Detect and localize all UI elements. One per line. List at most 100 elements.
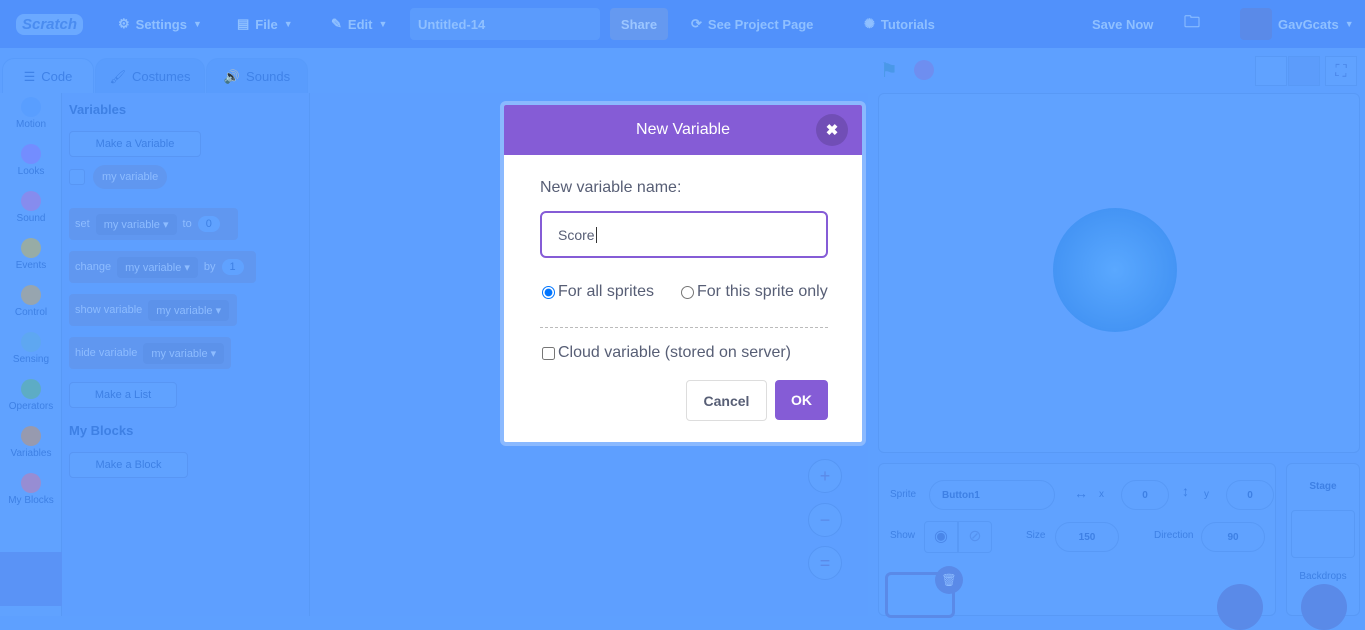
my-blocks-heading: My Blocks	[69, 423, 134, 438]
make-variable-button[interactable]: Make a Variable	[69, 131, 201, 157]
caret-down-icon: ▼	[1344, 19, 1354, 29]
radio-for-all-sprites[interactable]: For all sprites	[542, 283, 654, 301]
add-sprite-icon[interactable]	[1217, 584, 1263, 630]
variable-dropdown[interactable]: my variable ▾	[148, 299, 230, 321]
variable-dropdown[interactable]: my variable ▾	[117, 256, 198, 278]
my-variable-reporter[interactable]: my variable	[93, 165, 168, 189]
variable-checkbox[interactable]	[69, 169, 85, 185]
share-button[interactable]: Share	[610, 8, 668, 40]
category-dot-icon	[21, 144, 41, 164]
caret-down-icon: ▼	[283, 19, 293, 29]
scratch-logo[interactable]: Scratch	[16, 0, 84, 48]
file-menu[interactable]: ▤ File ▼	[237, 0, 293, 48]
zoom-in-icon[interactable]: +	[808, 459, 842, 493]
caret-down-icon: ▼	[378, 19, 388, 29]
y-input[interactable]: 0	[1226, 480, 1274, 510]
size-input[interactable]: 150	[1055, 522, 1119, 552]
block-palette: Variables Make a Variable my variable se…	[62, 93, 310, 616]
file-icon: ▤	[237, 16, 250, 31]
delete-sprite-icon[interactable]: 🗑	[935, 566, 963, 594]
category-dot-icon	[21, 191, 41, 211]
category-my-blocks[interactable]: My Blocks	[0, 473, 62, 506]
cancel-button[interactable]: Cancel	[686, 380, 767, 421]
show-variable-block[interactable]: show variable my variable ▾	[69, 294, 237, 326]
folder-icon[interactable]: 🗀	[1184, 0, 1200, 48]
lightbulb-icon: ✺	[864, 16, 875, 31]
avatar	[1240, 8, 1272, 40]
add-extension-button[interactable]	[0, 552, 62, 606]
zoom-reset-icon[interactable]: =	[808, 546, 842, 580]
checkbox[interactable]	[542, 346, 555, 360]
account-menu[interactable]: GavGcats ▼	[1240, 0, 1354, 48]
speaker-icon: 🔊	[223, 68, 241, 84]
caret-down-icon: ▼	[192, 19, 202, 29]
small-stage-icon[interactable]	[1255, 56, 1287, 86]
settings-menu[interactable]: ⚙ Settings ▼	[118, 0, 202, 48]
stop-icon[interactable]	[914, 60, 934, 80]
fullscreen-icon[interactable]: ⛶	[1325, 56, 1357, 86]
code-icon: ☰	[23, 68, 36, 84]
variables-heading: Variables	[69, 102, 127, 117]
variable-dropdown[interactable]: my variable ▾	[95, 213, 177, 235]
category-dot-icon	[21, 97, 41, 117]
variable-name-label: New variable name:	[540, 179, 682, 196]
gear-icon: ⚙	[118, 16, 130, 31]
make-block-button[interactable]: Make a Block	[69, 452, 188, 478]
direction-input[interactable]: 90	[1201, 522, 1265, 552]
change-variable-block[interactable]: change my variable ▾ by 1	[69, 251, 256, 283]
category-dot-icon	[21, 332, 41, 352]
save-now-button[interactable]: Save Now	[1092, 0, 1153, 48]
hide-variable-block[interactable]: hide variable my variable ▾	[69, 337, 231, 369]
new-variable-dialog: New Variable ✖ New variable name: Score …	[500, 101, 866, 446]
x-input[interactable]: 0	[1121, 480, 1169, 510]
category-looks[interactable]: Looks	[0, 144, 62, 177]
tutorials-button[interactable]: ✺ Tutorials	[864, 0, 935, 48]
category-control[interactable]: Control	[0, 285, 62, 318]
zoom-out-icon[interactable]: −	[808, 503, 842, 537]
category-sound[interactable]: Sound	[0, 191, 62, 224]
category-dot-icon	[21, 285, 41, 305]
variable-dropdown[interactable]: my variable ▾	[143, 342, 225, 364]
dialog-header: New Variable ✖	[504, 105, 862, 155]
divider	[540, 327, 828, 328]
ok-button[interactable]: OK	[775, 380, 828, 420]
make-list-button[interactable]: Make a List	[69, 382, 177, 408]
add-backdrop-icon[interactable]	[1301, 584, 1347, 630]
category-dot-icon	[21, 379, 41, 399]
hide-eye-icon[interactable]: ⊘	[958, 521, 992, 553]
dialog-title: New Variable	[636, 121, 730, 138]
see-project-page-button[interactable]: ⟳ See Project Page	[691, 0, 813, 48]
radio-button[interactable]	[681, 285, 694, 299]
category-motion[interactable]: Motion	[0, 97, 62, 130]
sprite-name-input[interactable]: Button1	[929, 480, 1055, 510]
category-events[interactable]: Events	[0, 238, 62, 271]
brush-icon: 🖌	[109, 68, 126, 84]
show-eye-icon[interactable]: ◉	[924, 521, 958, 553]
stage-thumbnail[interactable]	[1291, 510, 1355, 558]
sprite-button1[interactable]	[1053, 208, 1177, 332]
x-arrows-icon: ↔	[1074, 485, 1088, 501]
category-sensing[interactable]: Sensing	[0, 332, 62, 365]
tab-code[interactable]: ☰ Code	[2, 58, 94, 94]
remix-icon: ⟳	[691, 16, 702, 31]
category-operators[interactable]: Operators	[0, 379, 62, 412]
edit-menu[interactable]: ✎ Edit ▼	[331, 0, 387, 48]
category-variables[interactable]: Variables	[0, 426, 62, 459]
stage-selector[interactable]: Stage Backdrops	[1286, 463, 1360, 630]
value-input[interactable]: 0	[197, 216, 220, 232]
large-stage-icon[interactable]	[1288, 56, 1320, 86]
cloud-variable-checkbox[interactable]: Cloud variable (stored on server)	[542, 344, 791, 362]
tab-costumes[interactable]: 🖌 Costumes	[95, 58, 205, 94]
project-title-input[interactable]: Untitled-14	[410, 8, 600, 40]
value-input[interactable]: 1	[221, 259, 244, 275]
close-icon[interactable]: ✖	[816, 114, 848, 146]
green-flag-icon[interactable]: ⚑	[880, 58, 898, 83]
set-variable-block[interactable]: set my variable ▾ to 0	[69, 208, 238, 240]
radio-for-this-sprite-only[interactable]: For this sprite only	[681, 283, 828, 301]
variable-name-input[interactable]: Score	[540, 211, 828, 258]
sprite-info-panel: Sprite Button1 ↔ x 0 ↕ y 0 Show ◉ ⊘ Size…	[878, 463, 1276, 630]
tab-sounds[interactable]: 🔊 Sounds	[206, 58, 308, 94]
category-dot-icon	[21, 238, 41, 258]
radio-button[interactable]	[542, 285, 555, 299]
y-arrows-icon: ↕	[1182, 483, 1189, 499]
